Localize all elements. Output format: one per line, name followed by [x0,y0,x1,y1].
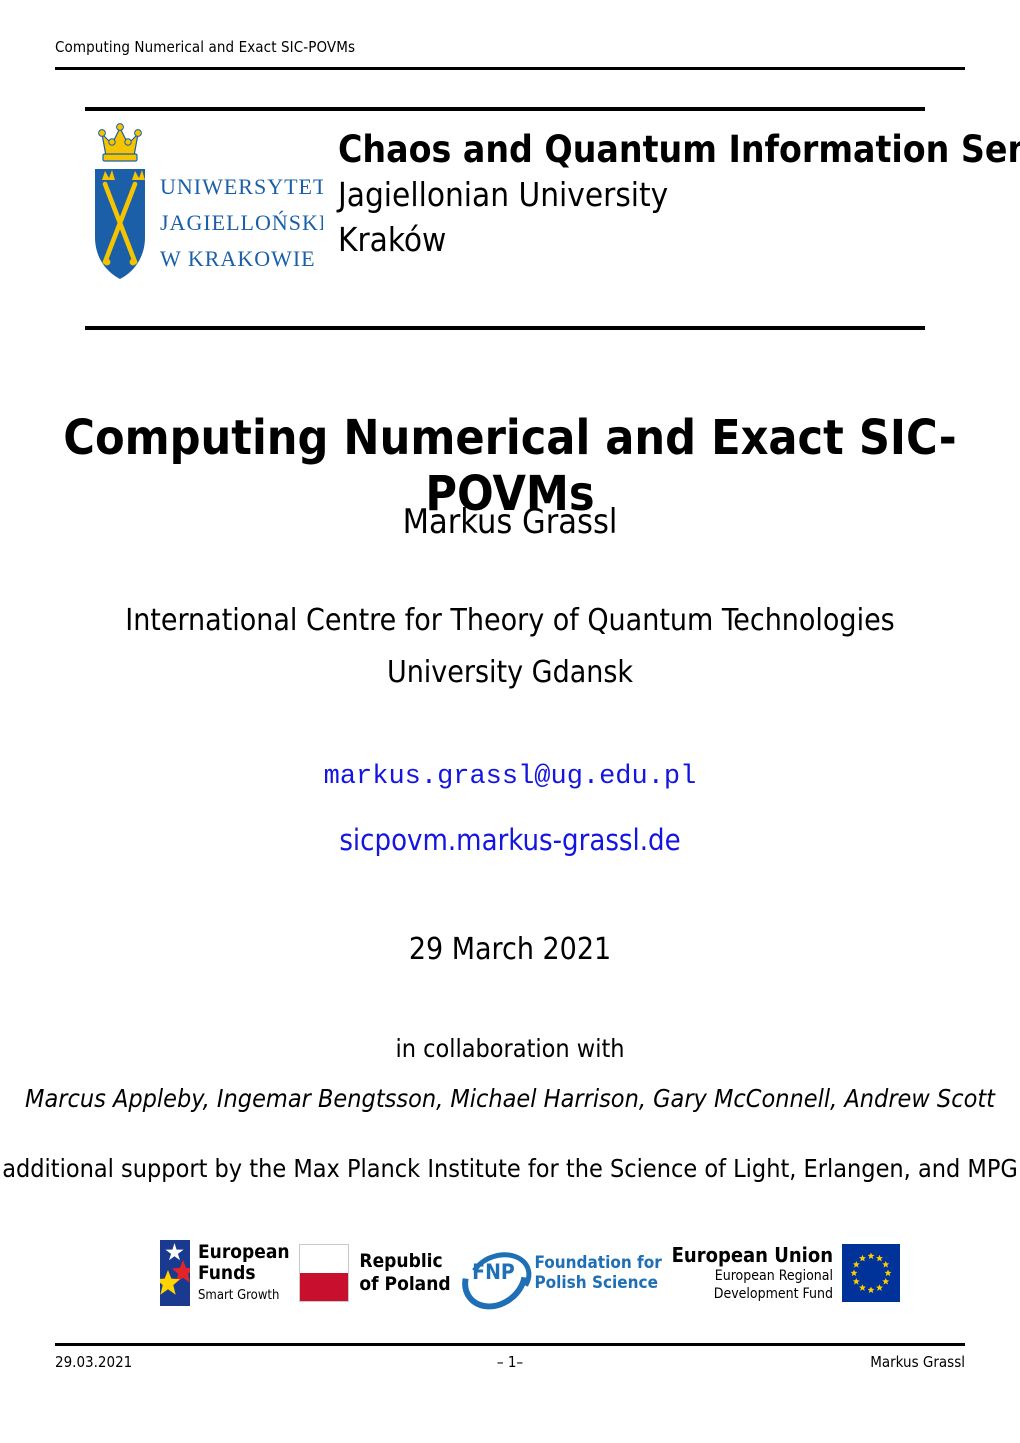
eu-line-2: European Regional [714,1267,833,1284]
shield-icon [95,169,145,279]
seminar-institution: Jagiellonian University [338,175,669,214]
fnp-line-2: Polish Science [534,1273,658,1293]
funder-logo-row: European Funds Smart Growth Republic of … [160,1228,900,1323]
seminar-heading: Chaos and Quantum Information Seminar Ja… [338,128,1020,262]
email-link[interactable]: markus.grassl@ug.edu.pl [0,760,1020,794]
european-funds-logo: European Funds Smart Growth [160,1240,290,1306]
crown-icon [98,123,142,162]
eu-line-3: Development Fund [713,1285,833,1302]
eu-flag-icon [842,1244,900,1302]
author-name: Markus Grassl [402,502,618,542]
eu-star-icon [850,1269,858,1277]
eu-star-icon [852,1261,860,1268]
collaboration-heading: in collaboration with [395,1034,625,1063]
collaborator-list: Marcus Appleby, Ingemar Bengtsson, Micha… [25,1084,995,1113]
footer-page-number: – 1– [496,1353,524,1371]
eu-star-icon [859,1254,866,1262]
slide-page: Computing Numerical and Exact SIC-POVMs [0,0,1020,1443]
support-note: additional support by the Max Planck Ins… [2,1154,1018,1183]
european-union-logo: European Union European Regional Develop… [671,1242,900,1303]
eu-star-icon [859,1284,866,1291]
european-funds-line-1: European [198,1240,290,1263]
eu-star-icon [867,1252,875,1260]
title-block-top-rule [85,107,925,111]
eu-star-icon [852,1278,860,1285]
fnp-mark-icon: FNP [450,1233,541,1323]
affiliation: International Centre for Theory of Quant… [0,595,1020,699]
svg-text:W KRAKOWIE: W KRAKOWIE [160,246,316,271]
seminar-city: Kraków [338,220,447,259]
running-header: Computing Numerical and Exact SIC-POVMs [55,38,356,56]
eu-star-icon [882,1278,890,1285]
affiliation-line-2: University Gdansk [386,655,634,690]
republic-of-poland-logo: Republic of Poland [299,1244,451,1302]
eu-star-icon [882,1261,890,1268]
eu-star-icon [876,1284,883,1291]
presentation-date: 29 March 2021 [408,932,612,967]
poland-line-2: of Poland [359,1273,451,1295]
header-rule [55,67,965,70]
european-funds-line-2: Funds [198,1261,256,1284]
european-funds-mark-icon [160,1240,190,1306]
poland-line-1: Republic [359,1250,443,1272]
svg-text:UNIWERSYTET: UNIWERSYTET [160,174,323,199]
svg-text:JAGIELLOŃSKI: JAGIELLOŃSKI [160,210,323,235]
european-funds-line-3: Smart Growth [198,1287,280,1303]
fnp-acronym: FNP [472,1260,515,1284]
eu-star-icon [884,1269,892,1277]
eu-star-icon [867,1286,875,1294]
seminar-name: Chaos and Quantum Information Seminar [338,128,1020,171]
footer-rule [55,1343,965,1346]
eu-line-1: European Union [671,1242,833,1267]
fnp-line-1: Foundation for [534,1253,662,1273]
affiliation-line-1: International Centre for Theory of Quant… [125,603,895,638]
foundation-for-polish-science-logo: FNP Foundation for Polish Science [450,1233,662,1323]
poland-flag-icon [299,1244,350,1302]
jagiellonian-university-logo: UNIWERSYTET JAGIELLOŃSKI W KRAKOWIE [88,122,326,312]
title-block-bottom-rule [85,326,925,330]
eu-star-icon [876,1254,883,1262]
footer: 29.03.2021 – 1– Markus Grassl [55,1352,965,1372]
website-link[interactable]: sicpovm.markus-grassl.de [0,822,1020,858]
